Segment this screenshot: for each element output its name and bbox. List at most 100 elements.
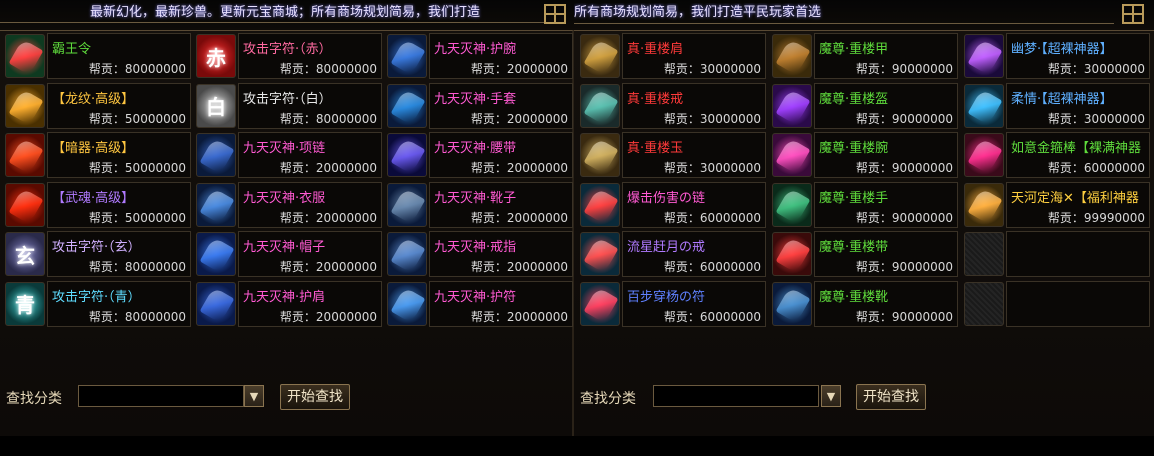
pauldron-icon[interactable] bbox=[580, 34, 620, 78]
item-name: 【武魂·高级】 bbox=[52, 190, 135, 206]
shop-item[interactable]: 天河定海✕【福利神器 帮贡：99990000 bbox=[962, 181, 1152, 229]
boots-icon[interactable] bbox=[772, 281, 812, 326]
shop-item[interactable]: 魔尊·重楼腕 帮贡：90000000 bbox=[770, 131, 960, 179]
shop-item[interactable]: 【龙纹·高级】 帮贡：50000000 bbox=[3, 82, 193, 130]
shop-item[interactable]: 魔尊·重楼甲 帮贡：90000000 bbox=[770, 32, 960, 80]
spear-icon[interactable] bbox=[964, 34, 1004, 78]
shop-item[interactable]: 青攻击字符·（青） 帮贡：80000000 bbox=[3, 280, 193, 328]
shop-item[interactable]: 柔情·【超裸神器】 帮贡：30000000 bbox=[962, 82, 1152, 130]
shop-item[interactable]: 幽梦·【超裸神器】 帮贡：30000000 bbox=[962, 32, 1152, 80]
jade-icon[interactable] bbox=[580, 133, 620, 177]
armor-icon[interactable] bbox=[196, 182, 236, 227]
shop-item[interactable]: 爆击伤害の链 帮贡：60000000 bbox=[578, 181, 768, 229]
shop-item[interactable]: 白攻击字符·（白） 帮贡：80000000 bbox=[194, 82, 384, 130]
shop-item[interactable]: 九天灭神·护肩 帮贡：20000000 bbox=[194, 280, 384, 328]
item-name: 百步穿杨の符 bbox=[627, 289, 706, 305]
shop-item[interactable]: 真·重楼戒 帮贡：30000000 bbox=[578, 82, 768, 130]
staff-icon[interactable] bbox=[964, 133, 1004, 177]
chevron-down-icon[interactable]: ▼ bbox=[821, 385, 841, 407]
soul-icon[interactable] bbox=[5, 182, 45, 227]
start-search-button[interactable]: 开始查找 bbox=[280, 384, 350, 410]
ring-icon[interactable] bbox=[387, 232, 427, 276]
shop-item[interactable]: 赤攻击字符·（赤） 帮贡：80000000 bbox=[194, 32, 384, 80]
blade-icon[interactable] bbox=[964, 83, 1004, 128]
shop-item[interactable]: 九天灭神·护腕 帮贡：20000000 bbox=[385, 32, 575, 80]
empty-item-slot bbox=[964, 281, 1004, 326]
hat-icon[interactable] bbox=[196, 232, 236, 276]
price-label: 帮贡： bbox=[1047, 161, 1084, 175]
shop-item[interactable]: 真·重楼玉 帮贡：30000000 bbox=[578, 131, 768, 179]
shop-item[interactable]: 魔尊·重楼靴 帮贡：90000000 bbox=[770, 280, 960, 328]
amulet-icon[interactable] bbox=[387, 281, 427, 326]
price-value: 60000000 bbox=[699, 210, 761, 225]
shop-item[interactable]: 百步穿杨の符帮贡：60000000 bbox=[578, 280, 768, 328]
shop-item[interactable]: 九天灭神·护符 帮贡：20000000 bbox=[385, 280, 575, 328]
item-info-box: 魔尊·重楼甲 帮贡：90000000 bbox=[814, 33, 958, 79]
price-value: 20000000 bbox=[315, 309, 377, 324]
price-label: 帮贡： bbox=[470, 210, 507, 225]
price-label: 帮贡： bbox=[470, 309, 507, 324]
shop-item[interactable]: 九天灭神·靴子 帮贡：20000000 bbox=[385, 181, 575, 229]
chevron-down-icon[interactable]: ▼ bbox=[244, 385, 264, 407]
hand-icon[interactable] bbox=[772, 182, 812, 227]
dragon-icon[interactable] bbox=[5, 83, 45, 128]
shop-item[interactable]: 玄攻击字符·（玄） 帮贡：80000000 bbox=[3, 230, 193, 278]
shoulder-icon[interactable] bbox=[196, 281, 236, 326]
item-price: 帮贡：50000000 bbox=[89, 209, 186, 226]
shop-item[interactable]: 魔尊·重楼带 帮贡：90000000 bbox=[770, 230, 960, 278]
trident-icon[interactable] bbox=[964, 182, 1004, 227]
price-label: 帮贡： bbox=[88, 309, 125, 324]
cyan-rune-icon[interactable]: 青 bbox=[5, 281, 45, 326]
item-info-box: 九天灭神·护腕 帮贡：20000000 bbox=[429, 33, 573, 79]
search-category-input[interactable] bbox=[653, 385, 819, 407]
shop-item[interactable]: 如意金箍棒【裸满神器 帮贡：60000000 bbox=[962, 131, 1152, 179]
chain-icon[interactable] bbox=[580, 182, 620, 227]
start-search-button[interactable]: 开始查找 bbox=[856, 384, 926, 410]
shop-item[interactable]: 九天灭神·手套 帮贡：20000000 bbox=[385, 82, 575, 130]
price-label: 帮贡： bbox=[855, 260, 892, 274]
shop-item[interactable]: 【暗器·高级】 帮贡：50000000 bbox=[3, 131, 193, 179]
shop-item[interactable]: 九天灭神·衣服 帮贡：20000000 bbox=[194, 181, 384, 229]
bracer-icon[interactable] bbox=[387, 34, 427, 78]
ring-icon[interactable] bbox=[580, 83, 620, 128]
shop-item[interactable]: 【武魂·高级】帮贡：50000000 bbox=[3, 181, 193, 229]
belt-icon[interactable] bbox=[772, 232, 812, 276]
price-label: 帮贡： bbox=[1047, 210, 1084, 225]
item-name: 九天灭神·项链 bbox=[243, 141, 326, 156]
item-info-box: 九天灭神·衣服 帮贡：20000000 bbox=[238, 181, 382, 228]
hidden-weapon-icon[interactable] bbox=[5, 133, 45, 177]
item-name: 真·重楼玉 bbox=[627, 141, 684, 156]
orb-icon[interactable] bbox=[5, 34, 45, 78]
chest-icon[interactable] bbox=[772, 34, 812, 78]
price-label: 帮贡： bbox=[855, 210, 892, 225]
price-value: 20000000 bbox=[315, 260, 377, 274]
shop-item[interactable]: 九天灭神·腰带 帮贡：20000000 bbox=[385, 131, 575, 179]
shop-item[interactable]: 流星赶月の戒 帮贡：60000000 bbox=[578, 230, 768, 278]
shop-item[interactable]: 魔尊·重楼手 帮贡：90000000 bbox=[770, 181, 960, 229]
shop-item[interactable]: 九天灭神·戒指 帮贡：20000000 bbox=[385, 230, 575, 278]
dark-rune-icon[interactable]: 玄 bbox=[5, 232, 45, 276]
glove-icon[interactable] bbox=[387, 83, 427, 128]
wrist-icon[interactable] bbox=[772, 133, 812, 177]
shop-item[interactable]: 九天灭神·帽子 帮贡：20000000 bbox=[194, 230, 384, 278]
red-rune-icon[interactable]: 赤 bbox=[196, 34, 236, 78]
boots-icon[interactable] bbox=[387, 182, 427, 227]
amulet-icon[interactable] bbox=[580, 281, 620, 326]
price-label: 帮贡： bbox=[470, 161, 507, 175]
empty-item-info bbox=[1006, 231, 1150, 277]
item-price: 帮贡：20000000 bbox=[280, 159, 377, 176]
white-rune-icon[interactable]: 白 bbox=[196, 83, 236, 128]
shop-item[interactable]: 真·重楼肩 帮贡：30000000 bbox=[578, 32, 768, 80]
shop-item[interactable]: 霸王令 帮贡：80000000 bbox=[3, 32, 193, 80]
item-price: 帮贡：60000000 bbox=[664, 308, 761, 325]
item-info-box: 真·重楼肩 帮贡：30000000 bbox=[622, 33, 766, 79]
necklace-icon[interactable] bbox=[196, 133, 236, 177]
shop-item[interactable]: 魔尊·重楼盔 帮贡：90000000 bbox=[770, 82, 960, 130]
helm-icon[interactable] bbox=[772, 83, 812, 128]
belt-icon[interactable] bbox=[387, 133, 427, 177]
shop-item[interactable]: 九天灭神·项链帮贡：20000000 bbox=[194, 131, 384, 179]
search-category-input[interactable] bbox=[78, 385, 244, 407]
price-label: 帮贡： bbox=[279, 210, 316, 225]
ring-icon[interactable] bbox=[580, 232, 620, 276]
search-category-label: 查找分类 bbox=[580, 391, 636, 407]
